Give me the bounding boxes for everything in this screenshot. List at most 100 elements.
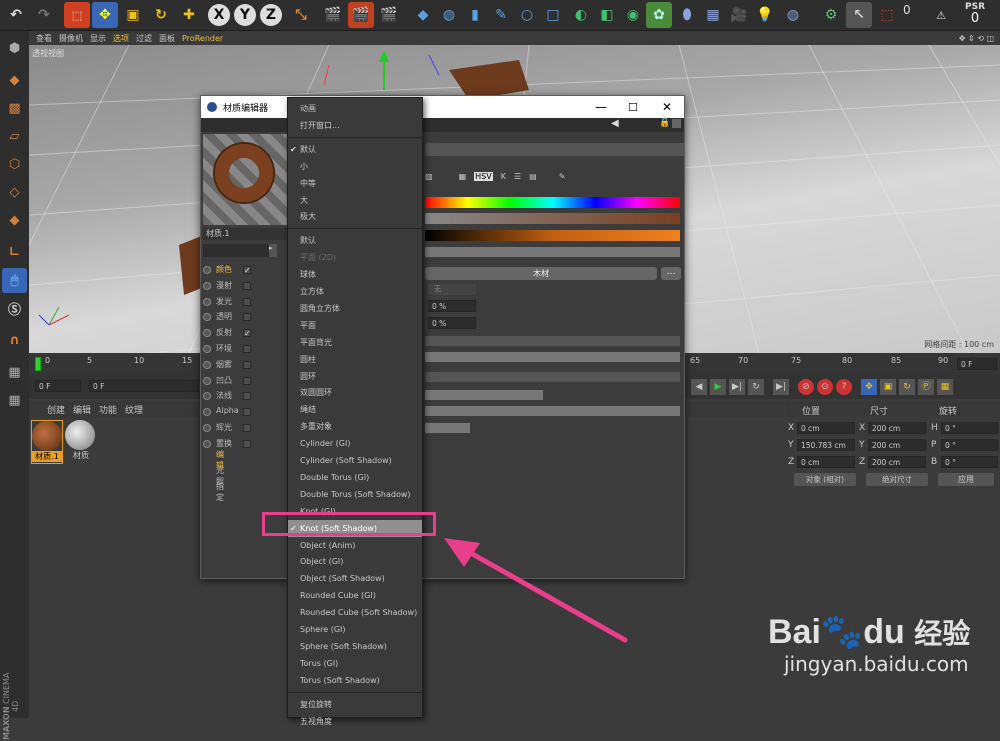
back-arrow-icon[interactable]: ◀: [611, 118, 619, 129]
menu-item-15[interactable]: 平面背光: [288, 334, 422, 351]
pen-icon[interactable]: ✎: [488, 2, 514, 28]
material-preview[interactable]: [203, 134, 287, 225]
channel-toggle-icon[interactable]: [203, 313, 211, 322]
size-x-field[interactable]: 200 cm: [868, 422, 926, 434]
diffuse-level-select[interactable]: [425, 372, 680, 382]
pos-x-field[interactable]: 0 cm: [797, 422, 855, 434]
spline-icon[interactable]: ◍: [436, 2, 462, 28]
undo-icon[interactable]: ↶: [3, 2, 29, 28]
channel-toggle-icon[interactable]: [203, 329, 211, 338]
mm-menu-texture[interactable]: 纹理: [125, 403, 143, 416]
channel-row-3[interactable]: 透明: [203, 311, 263, 324]
cylinder-icon[interactable]: ▮: [462, 2, 488, 28]
channel-checkbox[interactable]: [243, 408, 251, 417]
channel-toggle-icon[interactable]: [203, 297, 211, 306]
brightness-slider[interactable]: [425, 247, 680, 257]
keyframe-help-icon[interactable]: ?: [836, 379, 852, 395]
make-editable-icon[interactable]: ⬢: [2, 36, 27, 61]
extra-item-2[interactable]: 指定: [216, 481, 224, 503]
timeline-playhead[interactable]: [35, 357, 41, 371]
rgb-icon[interactable]: ▦: [459, 172, 467, 181]
roughness-slider[interactable]: [425, 390, 543, 400]
menu-item-35[interactable]: Torus (Soft Shadow): [288, 672, 422, 689]
menu-item-28[interactable]: Object (GI): [288, 553, 422, 570]
square-icon[interactable]: □: [540, 2, 566, 28]
add-tool-icon[interactable]: ✚: [176, 2, 202, 28]
polygons-mode-icon[interactable]: ◆: [2, 208, 27, 233]
menu-item-22[interactable]: Cylinder (Soft Shadow): [288, 452, 422, 469]
extra-slider[interactable]: [425, 423, 470, 433]
redo-icon[interactable]: ↷: [31, 2, 57, 28]
channel-row-7[interactable]: 凹凸: [203, 375, 263, 388]
menu-item-34[interactable]: Torus (GI): [288, 655, 422, 672]
circle-icon[interactable]: ○: [514, 2, 540, 28]
channel-checkbox[interactable]: [243, 313, 251, 322]
maximize-icon[interactable]: ☐: [628, 101, 638, 114]
preview-menu-arrow[interactable]: ▸: [269, 244, 277, 257]
channel-toggle-icon[interactable]: [203, 376, 211, 385]
mix-mode-select[interactable]: 无: [428, 284, 476, 295]
model-mode-icon[interactable]: ◆: [2, 68, 27, 93]
channel-row-1[interactable]: 漫射: [203, 280, 263, 293]
light-icon[interactable]: 💡: [752, 2, 778, 28]
channel-label[interactable]: 辉光: [216, 422, 232, 433]
material-swatch-2[interactable]: 材质: [65, 420, 97, 464]
current-frame-field[interactable]: 0 F: [957, 358, 997, 370]
channel-label[interactable]: 颜色: [216, 264, 232, 275]
deformer-icon[interactable]: ⬮: [674, 2, 700, 28]
channel-toggle-icon[interactable]: [203, 345, 211, 353]
viewport-nav-icons[interactable]: ✥ ⇕ ⟲ ◫: [959, 34, 994, 43]
size-y-field[interactable]: 200 cm: [868, 439, 926, 451]
mm-menu-create[interactable]: 创建: [47, 403, 65, 416]
lathe-icon[interactable]: ◉: [620, 2, 646, 28]
array-icon[interactable]: ✿: [646, 2, 672, 28]
channel-label[interactable]: 环境: [216, 343, 232, 354]
grid-icon[interactable]: ▦: [2, 360, 27, 385]
material-swatch-1[interactable]: 材质.1: [31, 420, 63, 464]
menu-item-4[interactable]: 小: [288, 158, 422, 175]
menu-item-3[interactable]: ✔ 默认: [288, 141, 422, 158]
vp-menu-camera[interactable]: 摄像机: [59, 33, 83, 44]
start-frame-field[interactable]: 0 F: [35, 380, 81, 392]
rot-p-field[interactable]: 0 °: [941, 439, 998, 451]
rotate-tool-icon[interactable]: ↻: [148, 2, 174, 28]
channel-label[interactable]: 置换: [216, 438, 232, 449]
locked-workplane-icon[interactable]: ▦: [2, 388, 27, 413]
channel-label[interactable]: 烟雾: [216, 359, 232, 370]
workplane-icon[interactable]: ▱: [2, 124, 27, 149]
coord-mode-select[interactable]: 对象 (相对): [794, 473, 856, 486]
channel-row-2[interactable]: 发光: [203, 296, 263, 309]
mix-strength-field[interactable]: 0 %: [428, 300, 476, 312]
channel-row-8[interactable]: 法线: [203, 390, 263, 403]
preview-mode-field[interactable]: [203, 244, 269, 257]
channel-label[interactable]: 法线: [216, 390, 232, 401]
camera-icon[interactable]: 🎥: [726, 2, 752, 28]
channel-toggle-icon[interactable]: [203, 266, 211, 274]
settings-gear-icon[interactable]: ⚙: [818, 2, 844, 28]
apply-button[interactable]: 应用: [938, 473, 994, 486]
spectrum-icon[interactable]: ▤: [529, 172, 537, 181]
close-icon[interactable]: ✕: [662, 100, 672, 114]
menu-item-27[interactable]: Object (Anim): [288, 537, 422, 554]
channel-toggle-icon[interactable]: [203, 392, 211, 401]
key-move-icon[interactable]: ✥: [861, 379, 877, 395]
diffuse-falloff-slider[interactable]: [425, 352, 680, 362]
channel-label[interactable]: 透明: [216, 311, 232, 322]
channel-label[interactable]: Alpha: [216, 406, 239, 415]
key-scale-icon[interactable]: ▣: [880, 379, 896, 395]
size-mode-select[interactable]: 绝对尺寸: [866, 473, 928, 486]
channel-checkbox[interactable]: [243, 345, 251, 353]
pos-z-field[interactable]: 0 cm: [797, 456, 855, 468]
select-tool-icon[interactable]: ⬚: [64, 2, 90, 28]
channel-toggle-icon[interactable]: [203, 281, 211, 290]
menu-item-5[interactable]: 中等: [288, 175, 422, 192]
rot-b-field[interactable]: 0 °: [941, 456, 998, 468]
minimize-icon[interactable]: —: [595, 100, 607, 114]
points-mode-icon[interactable]: ⬡: [2, 152, 27, 177]
channel-checkbox[interactable]: [243, 360, 251, 369]
preview-frame-field[interactable]: 0 F: [89, 380, 199, 392]
coordinate-system-icon[interactable]: ⤡: [288, 2, 314, 28]
mm-menu-function[interactable]: 功能: [99, 403, 117, 416]
eyedropper-icon[interactable]: ✎: [559, 172, 566, 181]
menu-item-30[interactable]: Rounded Cube (GI): [288, 587, 422, 604]
